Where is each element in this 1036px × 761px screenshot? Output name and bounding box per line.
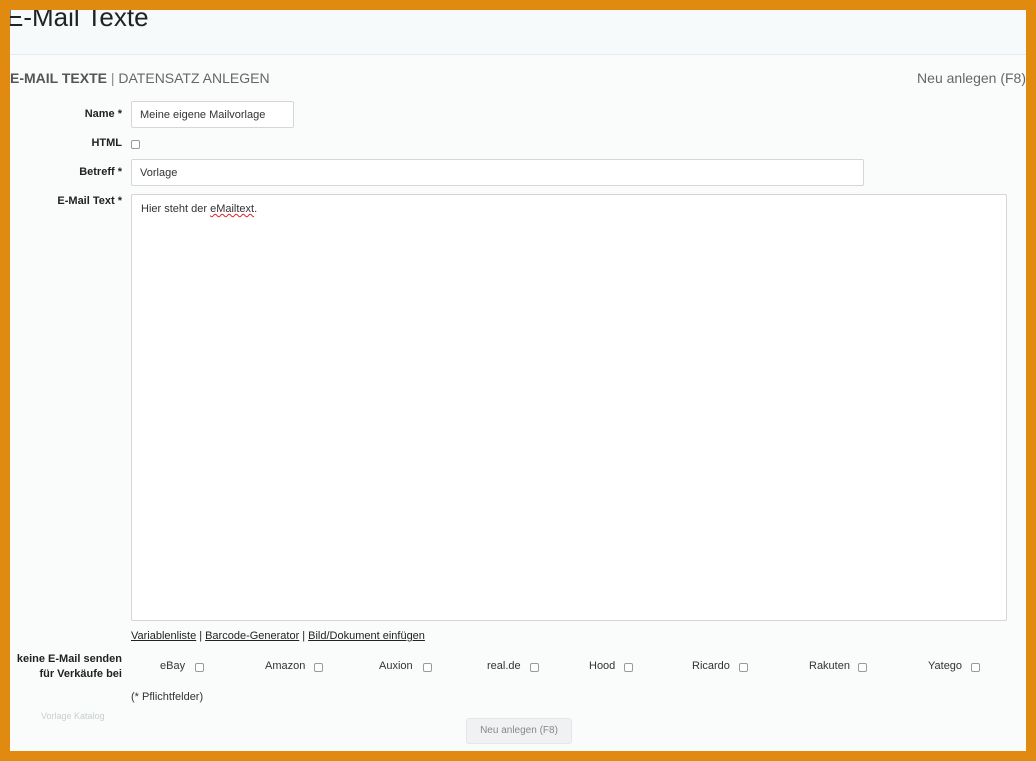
- marketplace-checkbox-yatego[interactable]: [971, 663, 980, 672]
- app-frame: E-Mail Texte E-MAIL TEXTE | DATENSATZ AN…: [10, 10, 1026, 751]
- marketplace-checkbox-real[interactable]: [530, 663, 539, 672]
- link-separator: |: [302, 630, 306, 642]
- marketplace-label-auxion: Auxion: [379, 660, 413, 672]
- body-text-end: .: [254, 203, 258, 215]
- name-input[interactable]: [131, 101, 294, 128]
- new-record-link[interactable]: Neu anlegen (F8): [917, 70, 1026, 86]
- marketplace-checkbox-rakuten[interactable]: [858, 663, 867, 672]
- body-textarea[interactable]: Hier steht der eMailtext.: [131, 194, 1007, 621]
- marketplace-label-rakuten: Rakuten: [809, 660, 850, 672]
- marketplace-label-real: real.de: [487, 660, 521, 672]
- helper-links: Variablenliste | Barcode-Generator | Bild/Do…: [131, 630, 425, 642]
- template-catalog-link[interactable]: Vorlage Katalog: [41, 711, 105, 721]
- body-text-start: Hier steht der: [141, 203, 211, 215]
- marketplace-checkbox-ricardo[interactable]: [739, 663, 748, 672]
- marketplace-checkbox-ebay[interactable]: [195, 663, 204, 672]
- page-title: E-Mail Texte: [10, 10, 149, 32]
- link-separator: |: [199, 630, 203, 642]
- marketplace-label-amazon: Amazon: [265, 660, 306, 672]
- marketplace-label-yatego: Yatego: [928, 660, 963, 672]
- suppress-label-line1: keine E-Mail senden: [16, 653, 122, 665]
- body-label: E-Mail Text *: [57, 195, 122, 207]
- submit-new-button[interactable]: Neu anlegen (F8): [466, 718, 572, 744]
- name-label: Name *: [84, 108, 122, 120]
- insert-image-link[interactable]: Bild/Dokument einfügen: [308, 630, 425, 642]
- page-header: E-Mail Texte: [10, 10, 1026, 55]
- variables-link[interactable]: Variablenliste: [131, 630, 196, 642]
- marketplace-checkbox-amazon[interactable]: [314, 663, 323, 672]
- barcode-generator-link[interactable]: Barcode-Generator: [205, 630, 299, 642]
- section-heading: E-MAIL TEXTE | DATENSATZ ANLEGEN: [10, 70, 270, 86]
- html-checkbox[interactable]: [131, 140, 140, 149]
- suppress-label-line2: für Verkäufe bei: [39, 668, 122, 680]
- required-fields-note: (* Pflichtfelder): [131, 691, 204, 703]
- marketplace-checkbox-hood[interactable]: [624, 663, 633, 672]
- marketplace-label-ricardo: Ricardo: [692, 660, 730, 672]
- subject-input[interactable]: [131, 159, 864, 186]
- section-title-strong: E-MAIL TEXTE: [10, 70, 107, 86]
- marketplace-label-ebay: eBay: [160, 660, 186, 672]
- section-subtitle: DATENSATZ ANLEGEN: [118, 70, 270, 86]
- marketplace-checkbox-auxion[interactable]: [423, 663, 432, 672]
- section-separator: |: [110, 70, 115, 86]
- html-label: HTML: [91, 137, 122, 149]
- body-text-misspelled: eMailtext: [210, 203, 255, 215]
- suppress-email-label: keine E-Mail senden für Verkäufe bei: [10, 652, 122, 682]
- marketplace-label-hood: Hood: [589, 660, 616, 672]
- subject-label: Betreff *: [79, 166, 122, 178]
